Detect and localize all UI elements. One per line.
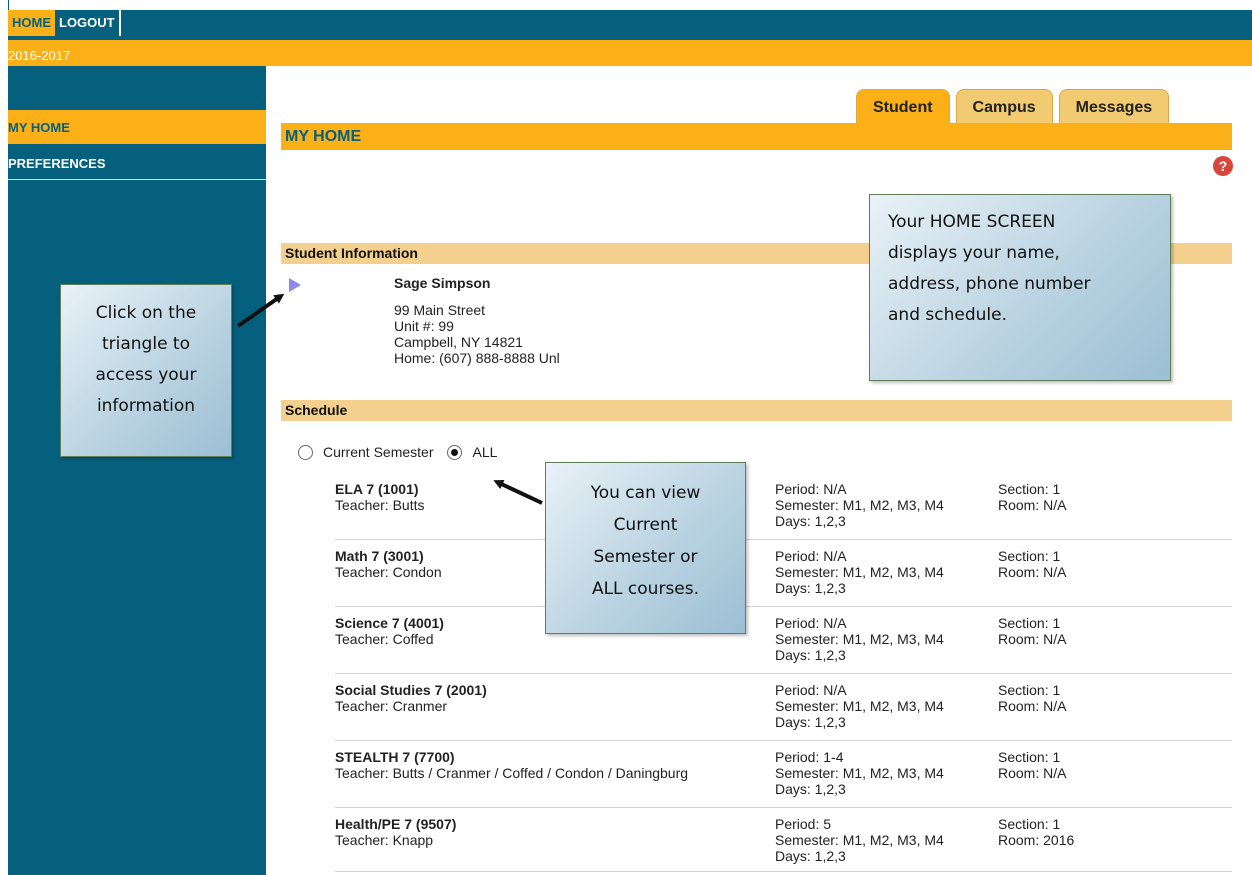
arrow-to-triangle-icon	[236, 293, 285, 328]
annotation-arrows	[236, 293, 543, 505]
arrow-to-filter-icon	[493, 480, 543, 505]
